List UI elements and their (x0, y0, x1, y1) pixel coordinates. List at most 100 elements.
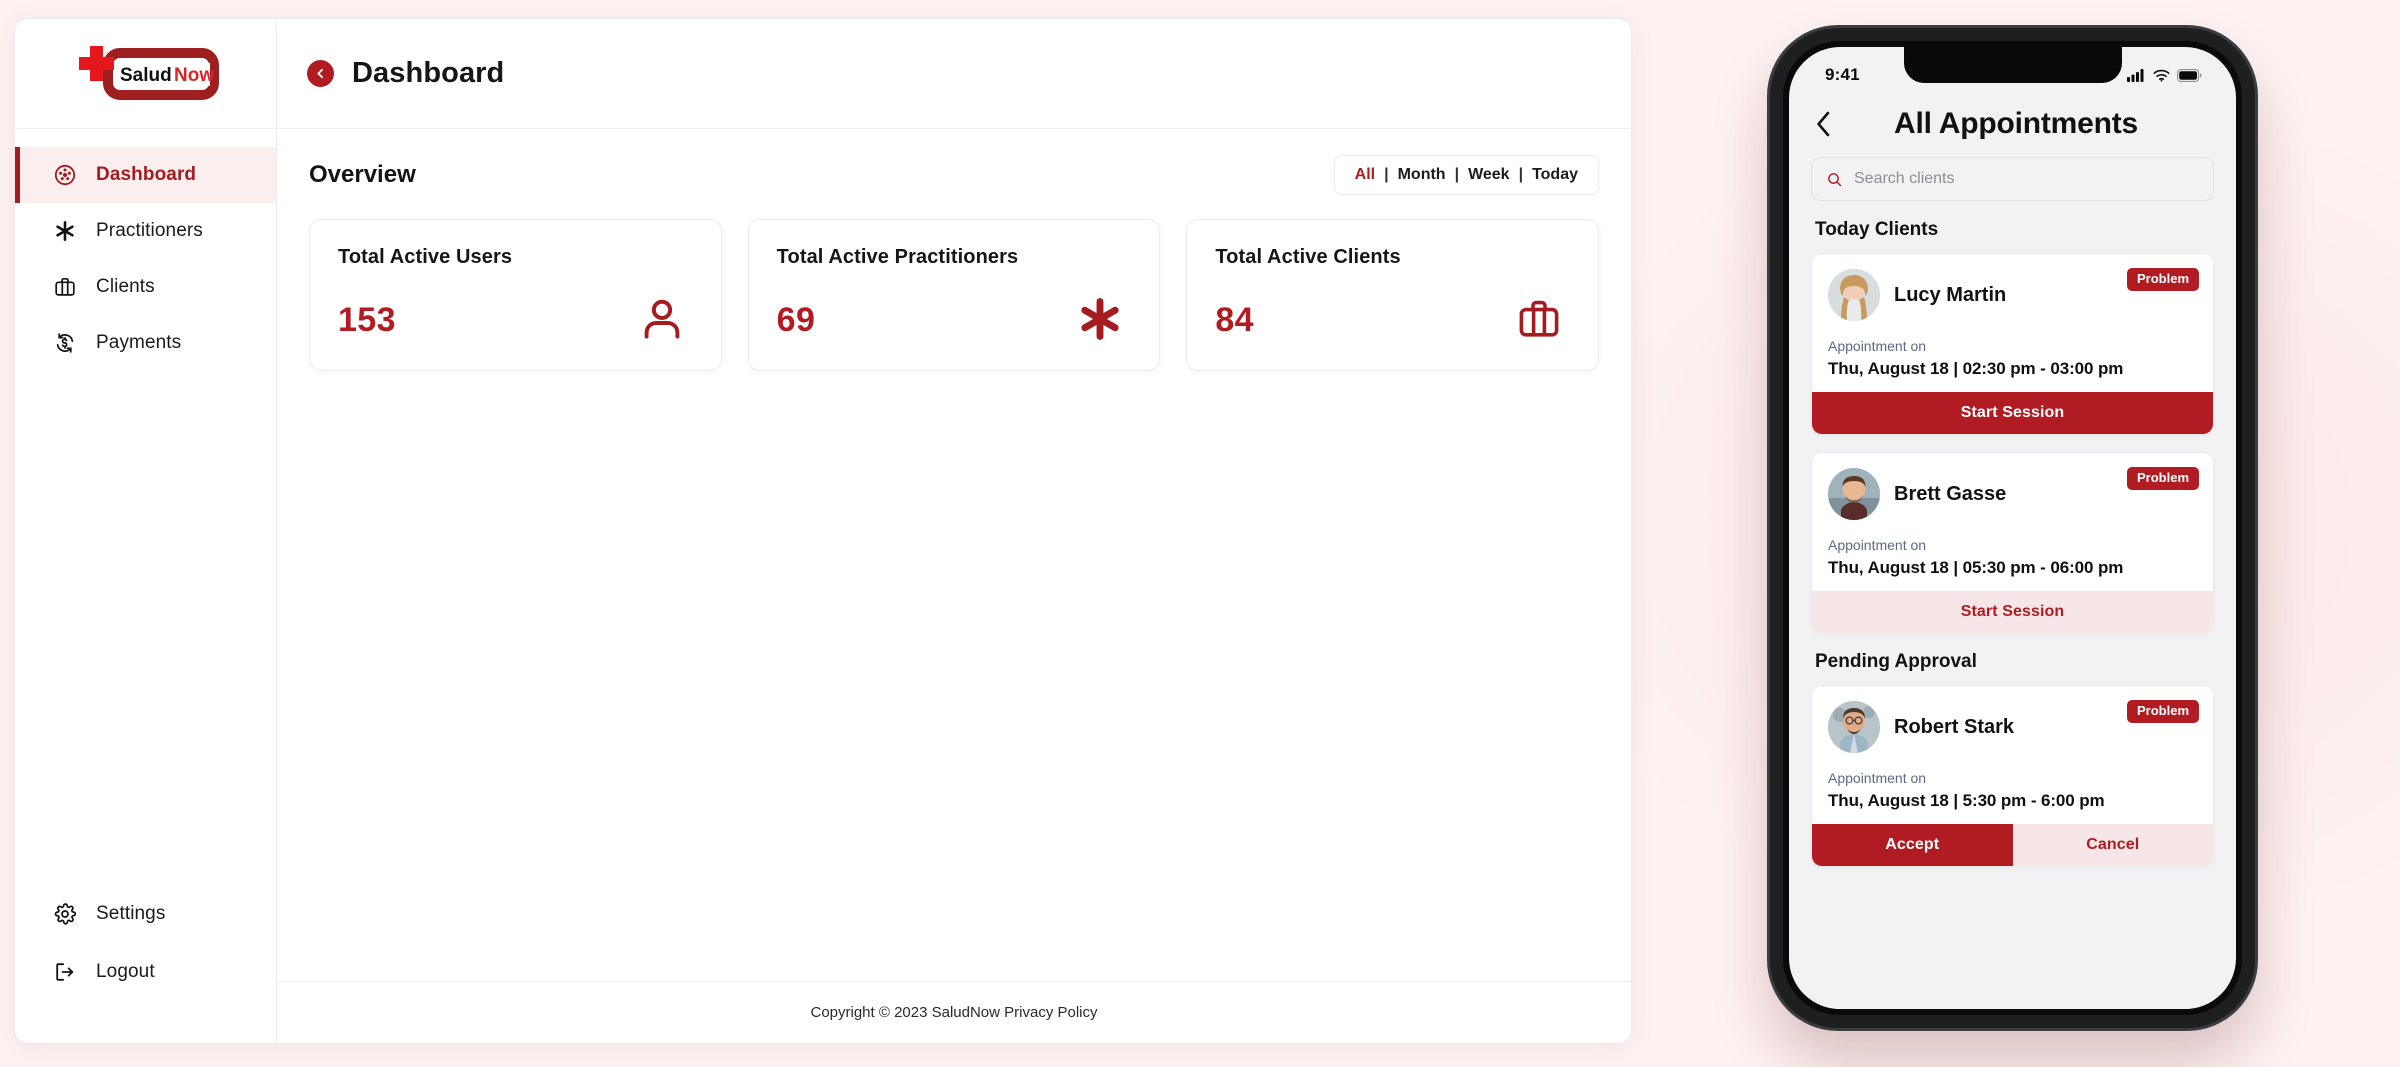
client-name: Lucy Martin (1894, 284, 2006, 307)
person-icon (635, 292, 689, 346)
appointment-label: Appointment on (1828, 537, 2197, 553)
phone-header: All Appointments (1789, 97, 2236, 157)
phone-page-title: All Appointments (1848, 107, 2184, 141)
sidebar: Salud Now Dashboard (15, 19, 277, 1043)
phone-bezel: 9:41 (1783, 41, 2242, 1015)
back-button[interactable] (307, 60, 334, 87)
accept-button[interactable]: Accept (1812, 824, 2013, 866)
main-pane: Dashboard Overview All | Month | Week | … (277, 19, 1631, 1043)
status-icons (2127, 68, 2202, 82)
appointment-time: Thu, August 18 | 02:30 pm - 03:00 pm (1828, 359, 2197, 379)
footer: Copyright © 2023 SaludNow Privacy Policy (277, 981, 1631, 1043)
sidebar-item-label: Clients (96, 276, 155, 298)
overview-title: Overview (309, 161, 416, 189)
phone-status-bar: 9:41 (1789, 47, 2236, 97)
appointment-card[interactable]: Problem (1811, 685, 2214, 867)
status-time: 9:41 (1825, 65, 1860, 85)
range-tab-month[interactable]: Month (1396, 166, 1448, 184)
sidebar-secondary-nav: Settings Logout (15, 885, 276, 1043)
logout-icon (52, 959, 78, 985)
asterisk-icon (1073, 292, 1127, 346)
avatar-robert (1828, 701, 1880, 753)
sidebar-item-clients[interactable]: Clients (15, 259, 276, 315)
chevron-left-icon (314, 67, 327, 80)
stat-card-total-active-users: Total Active Users 153 (309, 219, 722, 371)
appointment-details: Problem (1812, 686, 2213, 824)
search-placeholder: Search clients (1854, 170, 1955, 188)
sidebar-item-label: Dashboard (96, 164, 196, 186)
appointment-label: Appointment on (1828, 338, 2197, 354)
sidebar-item-logout[interactable]: Logout (15, 943, 276, 1001)
status-badge[interactable]: Problem (2127, 467, 2199, 490)
stat-card-value: 69 (777, 301, 816, 340)
sidebar-item-practitioners[interactable]: Practitioners (15, 203, 276, 259)
status-badge[interactable]: Problem (2127, 268, 2199, 291)
tab-separator: | (1377, 166, 1395, 184)
stat-cards-row: Total Active Users 153 Total Active Prac… (309, 219, 1599, 371)
sidebar-item-payments[interactable]: Payments (15, 315, 276, 371)
start-session-button[interactable]: Start Session (1812, 392, 2213, 434)
dashboard-icon (52, 162, 78, 188)
wifi-icon (2153, 69, 2170, 82)
sidebar-item-settings[interactable]: Settings (15, 885, 276, 943)
client-name: Brett Gasse (1894, 483, 2006, 506)
sidebar-primary-nav: Dashboard Practitioners (15, 129, 276, 885)
cancel-button[interactable]: Cancel (2013, 824, 2214, 866)
range-filter-tabs: All | Month | Week | Today (1334, 155, 1599, 195)
range-tab-all[interactable]: All (1353, 166, 1377, 184)
phone-back-button[interactable] (1815, 110, 1832, 138)
dashboard-content: Overview All | Month | Week | Today Tota… (277, 129, 1631, 981)
stat-card-value: 153 (338, 301, 396, 340)
avatar-brett (1828, 468, 1880, 520)
asterisk-icon (52, 218, 78, 244)
start-session-button[interactable]: Start Session (1812, 591, 2213, 633)
section-title-today-clients: Today Clients (1815, 219, 2214, 241)
phone-mockup: 9:41 (1770, 28, 2255, 1028)
client-name: Robert Stark (1894, 716, 2014, 739)
stat-card-value: 84 (1215, 301, 1254, 340)
avatar (1828, 701, 1880, 753)
search-clients-field[interactable]: Search clients (1811, 157, 2214, 201)
svg-text:Now: Now (174, 65, 214, 86)
briefcase-icon (1512, 292, 1566, 346)
saludnow-logo-icon: Salud Now (70, 43, 222, 105)
stat-card-total-active-practitioners: Total Active Practitioners 69 (748, 219, 1161, 371)
phone-screen: 9:41 (1789, 47, 2236, 1009)
appointment-time: Thu, August 18 | 5:30 pm - 6:00 pm (1828, 791, 2197, 811)
gear-icon (52, 901, 78, 927)
app-logo[interactable]: Salud Now (15, 19, 276, 129)
appointments-list: Search clients Today Clients Problem (1789, 157, 2236, 1009)
section-title-pending-approval: Pending Approval (1815, 651, 2214, 673)
range-tab-today[interactable]: Today (1530, 166, 1580, 184)
dashboard-window: Salud Now Dashboard (14, 18, 1632, 1044)
cellular-signal-icon (2127, 68, 2146, 82)
appointment-details: Problem (1812, 254, 2213, 392)
stat-card-label: Total Active Clients (1215, 246, 1570, 269)
status-badge[interactable]: Problem (2127, 700, 2199, 723)
avatar-lucy (1828, 269, 1880, 321)
sidebar-item-label: Practitioners (96, 220, 203, 242)
overview-row: Overview All | Month | Week | Today (309, 155, 1599, 195)
appointment-actions: Accept Cancel (1812, 824, 2213, 866)
copyright-text[interactable]: Copyright © 2023 SaludNow Privacy Policy (810, 1004, 1097, 1021)
appointment-card[interactable]: Problem (1811, 452, 2214, 634)
briefcase-icon (52, 274, 78, 300)
appointment-label: Appointment on (1828, 770, 2197, 786)
page-title: Dashboard (352, 57, 504, 90)
sidebar-item-label: Settings (96, 903, 165, 925)
list-fade-overlay (1789, 973, 2236, 1009)
sidebar-item-label: Payments (96, 332, 181, 354)
payments-icon (52, 330, 78, 356)
appointment-actions: Start Session (1812, 392, 2213, 434)
appointment-time: Thu, August 18 | 05:30 pm - 06:00 pm (1828, 558, 2197, 578)
topbar: Dashboard (277, 19, 1631, 129)
appointment-card[interactable]: Problem (1811, 253, 2214, 435)
tab-separator: | (1448, 166, 1466, 184)
appointment-actions: Start Session (1812, 591, 2213, 633)
range-tab-week[interactable]: Week (1466, 166, 1512, 184)
sidebar-item-dashboard[interactable]: Dashboard (15, 147, 276, 203)
stat-card-label: Total Active Users (338, 246, 693, 269)
avatar (1828, 468, 1880, 520)
sidebar-item-label: Logout (96, 961, 155, 983)
appointment-details: Problem (1812, 453, 2213, 591)
